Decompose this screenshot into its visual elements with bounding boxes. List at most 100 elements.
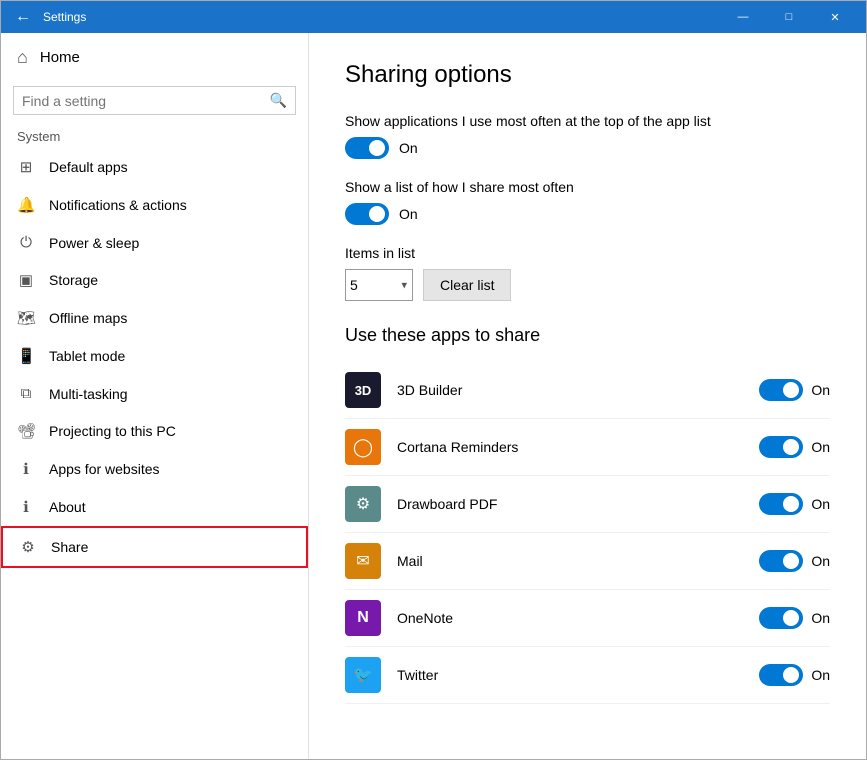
back-button[interactable]: ← xyxy=(9,3,37,31)
app-toggle-row-cortana: On xyxy=(759,436,830,458)
app-icon-drawboard: ⚙ xyxy=(345,486,381,522)
app-icon-3dbuilder: 3D xyxy=(345,372,381,408)
multitasking-icon: ⧉ xyxy=(17,385,35,402)
share-icon: ⚙ xyxy=(19,538,37,556)
power-icon: ⏻ xyxy=(17,234,35,251)
right-panel: Sharing options Show applications I use … xyxy=(309,33,866,759)
home-icon: ⌂ xyxy=(17,47,28,68)
toggle1-state: On xyxy=(399,140,418,156)
sidebar-item-home[interactable]: ⌂ Home xyxy=(1,33,308,82)
items-in-list-section: Items in list 5 10 15 ▾ Clear list xyxy=(345,245,830,301)
maximize-button[interactable]: □ xyxy=(766,1,812,33)
app-toggle-row-onenote: On xyxy=(759,607,830,629)
search-icon: 🔍 xyxy=(270,92,287,109)
app-icon-text: ⚙ xyxy=(356,494,370,514)
sidebar-item-power-sleep[interactable]: ⏻ Power & sleep xyxy=(1,224,308,261)
app-name-drawboard: Drawboard PDF xyxy=(397,496,759,512)
app-name-twitter: Twitter xyxy=(397,667,759,683)
app-name-3dbuilder: 3D Builder xyxy=(397,382,759,398)
app-toggle-label-cortana: On xyxy=(811,439,830,455)
panel-title: Sharing options xyxy=(345,61,830,89)
items-controls: 5 10 15 ▾ Clear list xyxy=(345,269,830,301)
app-toggle-row-mail: On xyxy=(759,550,830,572)
main-content: ⌂ Home 🔍 System ⊞ Default apps 🔔 Notific… xyxy=(1,33,866,759)
app-toggle-mail[interactable] xyxy=(759,550,803,572)
app-row-mail: ✉ Mail On xyxy=(345,533,830,590)
default-apps-icon: ⊞ xyxy=(17,158,35,176)
app-toggle-twitter[interactable] xyxy=(759,664,803,686)
minimize-button[interactable]: — xyxy=(720,1,766,33)
sidebar-section-label: System xyxy=(1,123,308,148)
close-button[interactable]: ✕ xyxy=(812,1,858,33)
app-row-drawboard: ⚙ Drawboard PDF On xyxy=(345,476,830,533)
app-row-cortana: ◯ Cortana Reminders On xyxy=(345,419,830,476)
items-dropdown-wrapper: 5 10 15 ▾ xyxy=(345,269,413,301)
maps-icon: 🗺 xyxy=(17,309,35,327)
sidebar-item-default-apps[interactable]: ⊞ Default apps xyxy=(1,148,308,186)
sidebar-item-label: Power & sleep xyxy=(49,235,139,251)
app-toggle-row-3dbuilder: On xyxy=(759,379,830,401)
app-toggle-row-twitter: On xyxy=(759,664,830,686)
sidebar-item-notifications[interactable]: 🔔 Notifications & actions xyxy=(1,186,308,224)
items-dropdown[interactable]: 5 10 15 xyxy=(345,269,413,301)
tablet-icon: 📱 xyxy=(17,347,35,365)
titlebar: ← Settings — □ ✕ xyxy=(1,1,866,33)
app-icon-text: ◯ xyxy=(353,437,373,458)
sidebar-item-label: Multi-tasking xyxy=(49,386,128,402)
sidebar: ⌂ Home 🔍 System ⊞ Default apps 🔔 Notific… xyxy=(1,33,309,759)
sidebar-item-share[interactable]: ⚙ Share xyxy=(1,526,308,568)
settings-window: ← Settings — □ ✕ ⌂ Home 🔍 System ⊞ xyxy=(0,0,867,760)
sidebar-item-multitasking[interactable]: ⧉ Multi-tasking xyxy=(1,375,308,412)
app-toggle-label-mail: On xyxy=(811,553,830,569)
app-name-mail: Mail xyxy=(397,553,759,569)
sidebar-home-label: Home xyxy=(40,49,80,66)
sidebar-item-storage[interactable]: ▣ Storage xyxy=(1,261,308,299)
window-controls: — □ ✕ xyxy=(720,1,858,33)
app-toggle-drawboard[interactable] xyxy=(759,493,803,515)
setting-row-toggle1: Show applications I use most often at th… xyxy=(345,113,830,159)
sidebar-item-label: Offline maps xyxy=(49,310,127,326)
app-icon-twitter: 🐦 xyxy=(345,657,381,693)
toggle2-label: Show a list of how I share most often xyxy=(345,179,830,195)
toggle1-row: On xyxy=(345,137,830,159)
search-box: 🔍 xyxy=(13,86,296,115)
sidebar-item-label: Tablet mode xyxy=(49,348,125,364)
toggle2-row: On xyxy=(345,203,830,225)
app-icon-text: ✉ xyxy=(356,551,369,571)
app-toggle-cortana[interactable] xyxy=(759,436,803,458)
app-toggle-3dbuilder[interactable] xyxy=(759,379,803,401)
clear-list-button[interactable]: Clear list xyxy=(423,269,511,301)
sidebar-item-label: Apps for websites xyxy=(49,461,160,477)
sidebar-item-label: Share xyxy=(51,539,88,555)
app-toggle-onenote[interactable] xyxy=(759,607,803,629)
app-row-onenote: N OneNote On xyxy=(345,590,830,647)
items-in-list-label: Items in list xyxy=(345,245,830,261)
apps-section-title: Use these apps to share xyxy=(345,325,830,346)
sidebar-item-label: Storage xyxy=(49,272,98,288)
notifications-icon: 🔔 xyxy=(17,196,35,214)
search-input[interactable] xyxy=(22,93,270,109)
app-icon-cortana: ◯ xyxy=(345,429,381,465)
sidebar-item-projecting[interactable]: 📽 Projecting to this PC xyxy=(1,412,308,450)
sidebar-item-about[interactable]: ℹ About xyxy=(1,488,308,526)
app-icon-mail: ✉ xyxy=(345,543,381,579)
setting-row-toggle2: Show a list of how I share most often On xyxy=(345,179,830,225)
toggle2-switch[interactable] xyxy=(345,203,389,225)
app-toggle-label-drawboard: On xyxy=(811,496,830,512)
app-name-onenote: OneNote xyxy=(397,610,759,626)
sidebar-item-label: About xyxy=(49,499,86,515)
sidebar-item-apps-websites[interactable]: ℹ Apps for websites xyxy=(1,450,308,488)
app-name-cortana: Cortana Reminders xyxy=(397,439,759,455)
sidebar-item-tablet-mode[interactable]: 📱 Tablet mode xyxy=(1,337,308,375)
sidebar-item-label: Notifications & actions xyxy=(49,197,187,213)
app-toggle-label-twitter: On xyxy=(811,667,830,683)
apps-websites-icon: ℹ xyxy=(17,460,35,478)
about-icon: ℹ xyxy=(17,498,35,516)
app-row-3dbuilder: 3D 3D Builder On xyxy=(345,362,830,419)
app-toggle-row-drawboard: On xyxy=(759,493,830,515)
toggle1-switch[interactable] xyxy=(345,137,389,159)
app-icon-text: 3D xyxy=(355,383,372,398)
sidebar-item-offline-maps[interactable]: 🗺 Offline maps xyxy=(1,299,308,337)
app-row-twitter: 🐦 Twitter On xyxy=(345,647,830,704)
sidebar-item-label: Default apps xyxy=(49,159,128,175)
